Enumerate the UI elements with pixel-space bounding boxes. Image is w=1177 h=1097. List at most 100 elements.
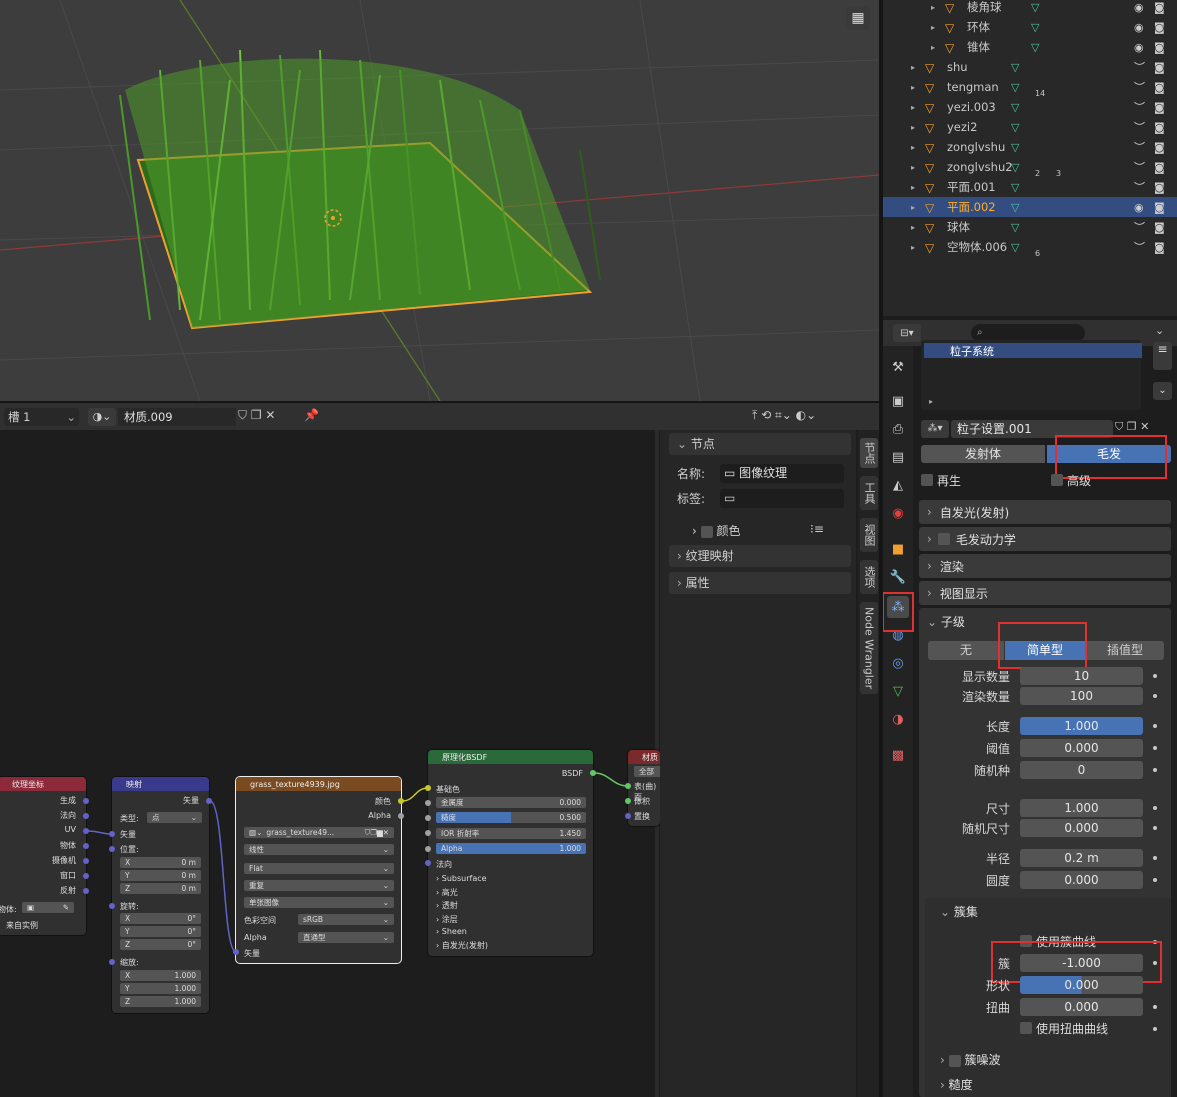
advanced-checkbox[interactable] [1051,474,1063,486]
type-emitter-button[interactable]: 发射体 [921,445,1045,463]
shape-field[interactable]: 0.000 [1020,976,1143,994]
expand-arrow-icon[interactable]: ▸ [911,63,915,72]
color-toggle[interactable]: › 颜色 [692,522,740,539]
scale-y[interactable]: Y 1.000 [120,983,201,994]
expand-arrow-icon[interactable]: ▸ [911,83,915,92]
world-tab-icon[interactable]: ◉ [887,502,909,524]
node-name-field[interactable]: ▭ 图像纹理 [720,464,844,483]
loc-x[interactable]: X0 m [120,857,201,868]
visibility-icon[interactable]: ︶ [1134,59,1145,75]
expand-arrow-icon[interactable]: ▸ [911,223,915,232]
coat-panel[interactable]: › 涂层 [436,914,458,925]
child-interpolated-button[interactable]: 插值型 [1086,641,1164,660]
transmission-panel[interactable]: › 透射 [436,900,458,911]
texture-mapping-panel[interactable]: › 纹理映射 [669,545,851,567]
node-image-texture[interactable]: grass_texture4939.jpg 颜色 Alpha ▨⌄ grass_t… [236,777,401,963]
outliner-row[interactable]: ▸ ▽ zonglvshu2 ▽ 2 3 ︶ ◙ [881,157,1177,178]
grid-view-icon[interactable]: ▦ [846,6,870,30]
length-field[interactable]: 1.000 [1020,717,1143,735]
expand-arrow-icon[interactable]: ▸ [931,23,935,32]
display-amount-field[interactable]: 10 [1020,667,1143,685]
view-layer-tab-icon[interactable]: ▤ [887,446,909,468]
scale-z[interactable]: Z 1.000 [120,996,201,1007]
area-divider[interactable] [879,0,883,1097]
outliner-item-name[interactable]: 平面.001 [947,179,996,195]
visibility-icon[interactable]: ︶ [1134,179,1145,195]
camera-icon[interactable]: ◙ [1154,41,1165,54]
outliner-item-name[interactable]: 锥体 [967,39,990,55]
outliner-item-name[interactable]: 球体 [947,219,970,235]
chevron-down-icon[interactable]: ⌄ [1155,324,1164,337]
visibility-icon[interactable]: ︶ [1134,139,1145,155]
tab-tool[interactable]: 工具 [860,476,878,510]
expand-arrow-icon[interactable]: ▸ [911,103,915,112]
outliner-item-name[interactable]: yezi.003 [947,100,996,114]
material-name-field[interactable]: 材质.009 [118,408,236,426]
expand-arrow-icon[interactable]: ▸ [911,123,915,132]
expand-arrow-icon[interactable]: ▸ [931,43,935,52]
threshold-field[interactable]: 0.000 [1020,739,1143,757]
list-icon[interactable]: ⁝≡ [810,522,824,536]
scene-tab-icon[interactable]: ◭ [887,474,909,496]
visibility-icon[interactable]: ◉ [1134,21,1144,34]
visibility-icon[interactable]: ︶ [1134,219,1145,235]
list-ops-icon[interactable]: ≡ [1153,342,1172,370]
outliner-row[interactable]: ▸ ▽ 平面.002 ▽ ◉ ◙ [881,197,1177,217]
children-header[interactable]: ⌄ 子级 [927,613,965,630]
roughness-field[interactable]: 糙度 0.500 [436,812,586,823]
child-none-button[interactable]: 无 [928,641,1004,660]
visibility-icon[interactable]: ︶ [1134,119,1145,135]
outliner-item-name[interactable]: 空物体.006 [947,239,1007,255]
camera-icon[interactable]: ◙ [1154,161,1165,174]
camera-icon[interactable]: ◙ [1154,121,1165,134]
interpolation-select[interactable]: 线性 ⌄ [244,844,394,855]
camera-icon[interactable]: ◙ [1154,241,1165,254]
alpha-field[interactable]: Alpha 1.000 [436,843,586,854]
outliner-row[interactable]: ▸ ▽ 球体 ▽ ︶ ◙ [881,217,1177,237]
object-tab-icon[interactable]: ■ [887,538,909,560]
outliner-row[interactable]: ▸ ▽ 空物体.006 ▽ 6 ︶ ◙ [881,237,1177,258]
outliner-item-name[interactable]: 环体 [967,19,990,35]
panel-hair-dynamics[interactable]: › 毛发动力学 [919,527,1171,551]
source-select[interactable]: 单张图像 ⌄ [244,897,394,908]
visibility-icon[interactable]: ︶ [1134,159,1145,175]
outliner-row[interactable]: ▸ ▽ yezi.003 ▽ ︶ ◙ [881,97,1177,117]
outliner-row[interactable]: ▸ ▽ 环体 ▽ ◉ ◙ [881,17,1177,37]
particle-settings-icon[interactable]: ⁂▾ [921,420,949,438]
rot-y[interactable]: Y 0° [120,926,201,937]
tab-node[interactable]: 节点 [860,438,878,468]
editor-type-icon[interactable]: ⊟▾ [893,324,921,342]
material-tab-icon[interactable]: ◑ [887,708,909,730]
rot-z[interactable]: Z 0° [120,939,201,950]
size-field[interactable]: 1.000 [1020,799,1143,817]
object-picker[interactable]: ▣ ✎ [22,902,74,913]
emission-panel[interactable]: › 自发光(发射) [436,940,488,951]
outliner-item-name[interactable]: 棱角球 [967,0,1002,15]
regrow-checkbox[interactable] [921,474,933,486]
camera-icon[interactable]: ◙ [1154,181,1165,194]
camera-icon[interactable]: ◙ [1154,81,1165,94]
camera-icon[interactable]: ◙ [1154,21,1165,34]
material-browse-icon[interactable]: ◑⌄ [88,408,116,426]
camera-icon[interactable]: ◙ [1154,101,1165,114]
image-selector[interactable]: ▨⌄ grass_texture49... ⛉❐▆✕ [244,827,394,838]
panel-render[interactable]: › 渲染 [919,554,1171,578]
data-tab-icon[interactable]: ▽ [887,680,909,702]
projection-select[interactable]: Flat ⌄ [244,863,394,874]
outliner-item-name[interactable]: zonglvshu2 [947,160,1013,174]
pin-icon[interactable]: 📌 [304,408,319,422]
list-menu-icon[interactable]: ⌄ [1153,382,1172,400]
outliner-item-name[interactable]: 平面.002 [947,199,996,215]
node-label-field[interactable]: ▭ [720,489,844,508]
outliner-item-name[interactable]: shu [947,60,968,74]
visibility-icon[interactable]: ︶ [1134,79,1145,95]
particle-system-item[interactable]: 粒子系统 [924,343,1142,358]
roundness-field[interactable]: 0.000 [1020,871,1143,889]
colorspace-select[interactable]: sRGB ⌄ [298,914,394,925]
expand-arrow-icon[interactable]: ▸ [911,163,915,172]
sheen-panel[interactable]: › Sheen [436,927,467,936]
tab-view[interactable]: 视图 [860,518,878,552]
visibility-icon[interactable]: ︶ [1134,239,1145,255]
overlay-controls-icon[interactable]: ⤒ ⟲ ⌗⌄ ◐⌄ [752,408,872,426]
constraints-tab-icon[interactable]: ◎ [887,652,909,674]
